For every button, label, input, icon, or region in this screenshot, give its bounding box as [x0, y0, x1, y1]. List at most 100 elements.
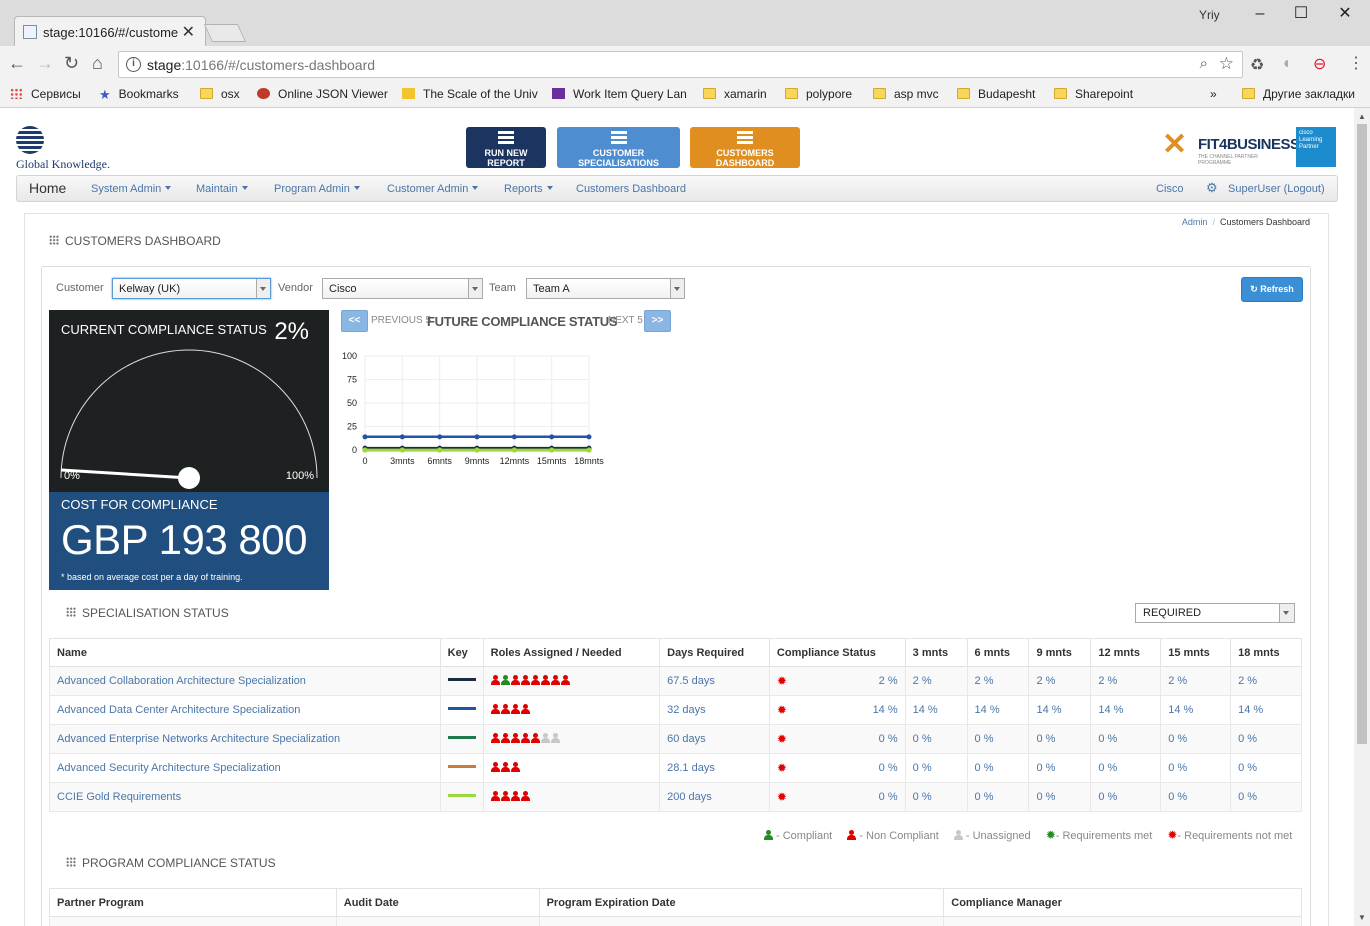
bookmark-item[interactable]: ★ Bookmarks [99, 87, 179, 103]
bookmark-item[interactable]: osx [200, 87, 240, 101]
bookmark-item[interactable]: Work Item Query Lan [552, 87, 688, 101]
specialisation-name-link[interactable]: Advanced Collaboration Architecture Spec… [49, 666, 441, 696]
non-compliant-person-icon[interactable] [500, 791, 510, 801]
previous-5-button[interactable]: << [341, 310, 368, 332]
column-header[interactable]: 12 mnts [1090, 638, 1162, 667]
gear-icon[interactable]: ⚙ [1206, 180, 1218, 196]
bookmark-item[interactable]: Sharepoint [1054, 87, 1133, 101]
unassigned-person-icon[interactable] [550, 733, 560, 743]
zoom-icon[interactable]: ⌕ [1200, 55, 1208, 72]
site-info-icon[interactable]: i [126, 57, 141, 72]
forward-icon[interactable]: → [36, 53, 54, 74]
non-compliant-person-icon[interactable] [500, 733, 510, 743]
customers-dashboard-button[interactable]: CUSTOMERS DASHBOARD [690, 127, 800, 168]
scrollbar-thumb[interactable] [1357, 124, 1367, 744]
tab-close-icon[interactable]: ✕ [182, 22, 195, 42]
non-compliant-person-icon[interactable] [490, 704, 500, 714]
non-compliant-person-icon[interactable] [500, 704, 510, 714]
maximize-icon[interactable]: ☐ [1281, 2, 1321, 26]
bookmark-item[interactable]: Online JSON Viewer [257, 87, 388, 101]
run-new-report-button[interactable]: RUN NEW REPORT [466, 127, 546, 168]
address-bar[interactable]: i stage:10166/#/customers-dashboard ⌕ ☆ [118, 51, 1243, 78]
block-extension-icon[interactable]: ⊖ [1313, 54, 1326, 74]
team-select[interactable]: Team A [526, 278, 685, 299]
bookmark-item[interactable]: Budapesht [957, 87, 1035, 101]
non-compliant-person-icon[interactable] [520, 704, 530, 714]
non-compliant-person-icon[interactable] [520, 733, 530, 743]
browser-user-label[interactable]: Yriy [1199, 8, 1220, 22]
non-compliant-person-icon[interactable] [510, 704, 520, 714]
bookmark-star-icon[interactable]: ☆ [1219, 54, 1234, 74]
nav-maintain[interactable]: Maintain [196, 183, 248, 195]
non-compliant-person-icon[interactable] [490, 733, 500, 743]
bookmark-item[interactable]: xamarin [703, 87, 767, 101]
scroll-down-icon[interactable]: ▼ [1358, 913, 1366, 922]
specialisation-name-link[interactable]: Advanced Data Center Architecture Specia… [49, 695, 441, 725]
bookmark-item[interactable]: polypore [785, 87, 852, 101]
column-header[interactable]: 18 mnts [1230, 638, 1302, 667]
compliant-person-icon[interactable] [500, 675, 510, 685]
non-compliant-person-icon[interactable] [520, 675, 530, 685]
column-header[interactable]: Partner Program [49, 888, 337, 917]
extension-icon[interactable]: ◐ [1283, 55, 1293, 73]
column-header[interactable]: Key [439, 638, 484, 667]
non-compliant-person-icon[interactable] [500, 762, 510, 772]
non-compliant-person-icon[interactable] [510, 733, 520, 743]
global-knowledge-logo[interactable]: Global Knowledge. [16, 126, 110, 172]
home-icon[interactable]: ⌂ [92, 53, 103, 74]
customer-select[interactable]: Kelway (UK) [112, 278, 271, 299]
nav-vendor[interactable]: Cisco [1156, 183, 1184, 195]
specialisation-name-link[interactable]: Advanced Enterprise Networks Architectur… [49, 724, 441, 754]
column-header[interactable]: 15 mnts [1160, 638, 1232, 667]
previous-5-label[interactable]: PREVIOUS 5 [371, 315, 431, 326]
column-header[interactable]: 6 mnts [966, 638, 1030, 667]
bookmark-item[interactable]: The Scale of the Univ [402, 87, 540, 101]
page-scrollbar[interactable]: ▲ ▼ [1354, 108, 1370, 926]
nav-user-logout[interactable]: SuperUser (Logout) [1228, 183, 1325, 195]
nav-home[interactable]: Home [29, 180, 66, 196]
nav-program-admin[interactable]: Program Admin [274, 183, 360, 195]
non-compliant-person-icon[interactable] [490, 762, 500, 772]
address-url[interactable]: stage:10166/#/customers-dashboard [147, 57, 375, 73]
non-compliant-person-icon[interactable] [520, 791, 530, 801]
column-header[interactable]: Program Expiration Date [538, 888, 945, 917]
scroll-up-icon[interactable]: ▲ [1358, 112, 1366, 121]
browser-menu-icon[interactable]: ⋮ [1348, 53, 1364, 73]
non-compliant-person-icon[interactable] [540, 675, 550, 685]
non-compliant-person-icon[interactable] [490, 791, 500, 801]
non-compliant-person-icon[interactable] [550, 675, 560, 685]
next-5-label[interactable]: NEXT 5 [608, 315, 643, 326]
column-header[interactable]: Compliance Status [768, 638, 906, 667]
specialisation-name-link[interactable]: Advanced Security Architecture Specializ… [49, 753, 441, 783]
back-icon[interactable]: ← [8, 53, 26, 74]
specialisation-name-link[interactable]: CCIE Gold Requirements [49, 782, 441, 812]
column-header[interactable]: Days Required [659, 638, 770, 667]
non-compliant-person-icon[interactable] [510, 762, 520, 772]
column-header[interactable]: Compliance Manager [943, 888, 1302, 917]
unassigned-person-icon[interactable] [540, 733, 550, 743]
nav-customer-admin[interactable]: Customer Admin [387, 183, 479, 195]
recycle-extension-icon[interactable]: ♻ [1250, 55, 1264, 75]
column-header[interactable]: 3 mnts [904, 638, 968, 667]
vendor-select[interactable]: Cisco [322, 278, 483, 299]
close-window-icon[interactable]: ✕ [1325, 2, 1365, 26]
non-compliant-person-icon[interactable] [510, 791, 520, 801]
nav-customers-dashboard[interactable]: Customers Dashboard [576, 183, 686, 195]
refresh-button[interactable]: ↻ Refresh [1241, 277, 1303, 302]
customer-specialisations-button[interactable]: CUSTOMER SPECIALISATIONS [557, 127, 680, 168]
nav-system-admin[interactable]: System Admin [91, 183, 172, 195]
other-bookmarks[interactable]: Другие закладки [1242, 87, 1355, 101]
column-header[interactable]: Roles Assigned / Needed [482, 638, 661, 667]
non-compliant-person-icon[interactable] [560, 675, 570, 685]
non-compliant-person-icon[interactable] [490, 675, 500, 685]
column-header[interactable]: Name [49, 638, 441, 667]
breadcrumb-admin-link[interactable]: Admin [1182, 217, 1208, 227]
bookmark-apps[interactable]: Сервисы [10, 87, 81, 101]
minimize-icon[interactable]: – [1240, 2, 1280, 26]
nav-reports[interactable]: Reports [504, 183, 553, 195]
column-header[interactable]: 9 mnts [1028, 638, 1092, 667]
new-tab-button[interactable] [203, 24, 247, 42]
non-compliant-person-icon[interactable] [510, 675, 520, 685]
column-header[interactable]: Audit Date [335, 888, 540, 917]
non-compliant-person-icon[interactable] [530, 733, 540, 743]
